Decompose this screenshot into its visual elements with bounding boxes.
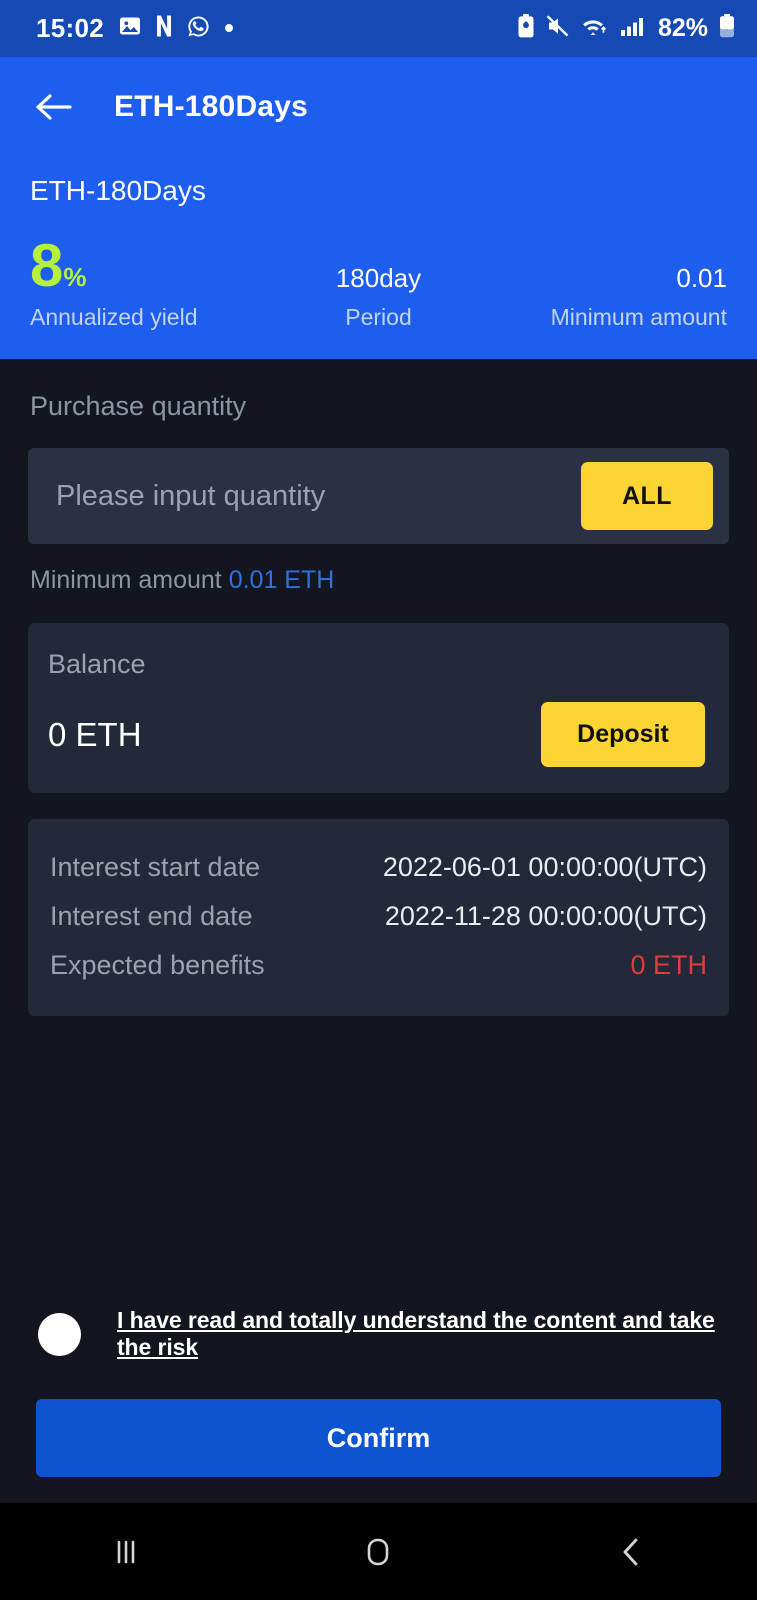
footer-actions: I have read and totally understand the c…	[0, 1307, 757, 1477]
stat-label-period: Period	[345, 304, 412, 330]
all-button[interactable]: ALL	[581, 462, 713, 530]
quantity-input[interactable]	[56, 479, 581, 513]
purchase-section: Purchase quantity ALL Minimum amount 0.0…	[0, 359, 757, 1016]
stat-minimum-amount: 0.01 Minimum amount	[495, 263, 727, 331]
purchase-section-title: Purchase quantity	[30, 391, 247, 421]
back-chevron-icon[interactable]	[576, 1517, 686, 1587]
agreement-row: I have read and totally understand the c…	[0, 1307, 757, 1361]
product-stats: 8% Annualized yield 180day Period 0.01 M…	[0, 207, 757, 331]
deposit-button[interactable]: Deposit	[541, 702, 705, 767]
photo-icon	[118, 14, 142, 43]
wifi-icon	[580, 13, 610, 44]
product-name: ETH-180Days	[30, 175, 206, 206]
system-navigation-bar	[0, 1503, 757, 1600]
yield-value-wrap: 8%	[30, 232, 262, 299]
back-arrow-icon[interactable]	[30, 84, 76, 130]
home-icon[interactable]	[323, 1517, 433, 1587]
status-bar-system-icons: 82%	[516, 13, 737, 44]
stat-annualized-yield: 8% Annualized yield	[30, 232, 262, 331]
minimum-amount-value: 0.01	[676, 263, 727, 293]
info-row-expected-benefits: Expected benefits 0 ETH	[50, 941, 707, 990]
yield-value: 8	[30, 232, 64, 299]
stat-period: 180day Period	[262, 263, 494, 331]
battery-icon	[717, 13, 737, 44]
page-header: ETH-180Days ETH-180Days 8% Annualized yi…	[0, 57, 757, 359]
page-title: ETH-180Days	[114, 90, 308, 123]
stat-label-minimum: Minimum amount	[550, 304, 727, 330]
balance-card: Balance 0 ETH Deposit	[28, 623, 729, 793]
minimum-amount-value-note: 0.01 ETH	[228, 566, 335, 594]
status-bar: 15:02 82%	[0, 0, 757, 57]
battery-saver-icon	[516, 13, 536, 44]
stat-label-yield: Annualized yield	[30, 304, 198, 330]
quantity-input-box[interactable]: ALL	[28, 448, 729, 544]
period-value: 180day	[335, 263, 422, 293]
agreement-checkbox[interactable]	[38, 1312, 81, 1356]
netflix-icon	[155, 14, 173, 43]
expected-benefits-value: 0 ETH	[630, 950, 707, 980]
status-bar-clock: 15:02	[36, 13, 104, 43]
recents-icon[interactable]	[71, 1517, 181, 1587]
info-row-interest-end: Interest end date 2022-11-28 00:00:00(UT…	[50, 892, 707, 941]
battery-percent-label: 82%	[657, 14, 708, 42]
interest-end-date-value: 2022-11-28 00:00:00(UTC)	[384, 901, 707, 931]
interest-start-date-value: 2022-06-01 00:00:00(UTC)	[382, 852, 707, 882]
expected-benefits-label: Expected benefits	[50, 950, 265, 980]
balance-value: 0 ETH	[48, 715, 142, 753]
minimum-amount-note: Minimum amount 0.01 ETH	[0, 544, 757, 595]
interest-info-card: Interest start date 2022-06-01 00:00:00(…	[28, 819, 729, 1016]
yield-percent-sign: %	[63, 262, 87, 292]
agreement-text[interactable]: I have read and totally understand the c…	[117, 1307, 729, 1361]
mute-icon	[545, 13, 571, 44]
signal-icon	[619, 13, 647, 44]
navigation-bar: ETH-180Days	[0, 57, 757, 157]
app-screen: 15:02 82% ETH-180Days ETH-180Days 8% Ann…	[0, 0, 757, 1600]
whatsapp-icon	[186, 14, 211, 44]
info-row-interest-start: Interest start date 2022-06-01 00:00:00(…	[50, 843, 707, 892]
interest-start-date-label: Interest start date	[50, 852, 261, 882]
dot-icon	[224, 20, 234, 38]
interest-end-date-label: Interest end date	[50, 901, 253, 931]
balance-label: Balance	[48, 649, 146, 679]
balance-row: 0 ETH Deposit	[48, 702, 705, 767]
confirm-button[interactable]: Confirm	[36, 1399, 721, 1477]
minimum-amount-label: Minimum amount	[30, 566, 222, 594]
status-bar-notification-icons	[118, 14, 234, 44]
